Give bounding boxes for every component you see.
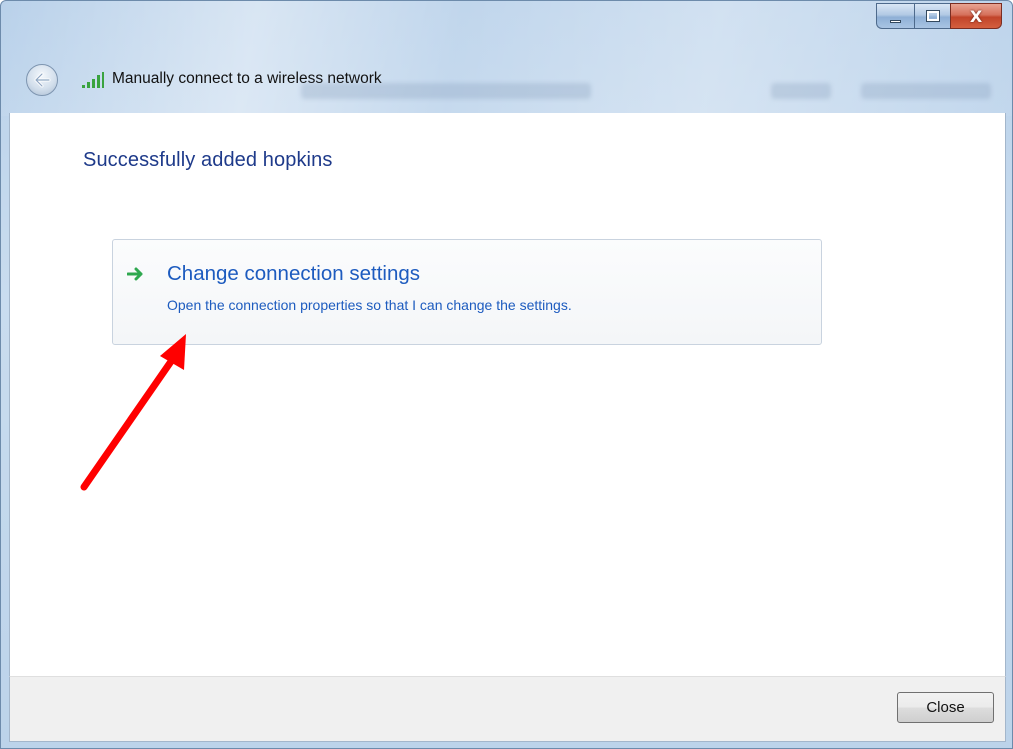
background-blur: [861, 83, 991, 99]
background-blur: [301, 83, 591, 99]
change-connection-settings-option[interactable]: Change connection settings Open the conn…: [112, 239, 822, 345]
back-button[interactable]: [26, 64, 58, 96]
close-window-button[interactable]: X: [950, 3, 1002, 29]
green-arrow-icon: [127, 267, 143, 281]
back-arrow-icon: [34, 72, 51, 88]
wireless-signal-icon: [82, 72, 104, 88]
close-button[interactable]: Close: [897, 692, 994, 723]
maximize-icon: [925, 10, 940, 22]
option-title: Change connection settings: [167, 262, 421, 285]
minimize-icon: [890, 19, 901, 23]
close-icon: X: [969, 6, 983, 26]
minimize-button[interactable]: [876, 3, 914, 29]
caption-buttons: X: [876, 3, 1002, 29]
maximize-button[interactable]: [914, 3, 950, 29]
option-description: Open the connection properties so that I…: [167, 297, 572, 313]
page-heading: Successfully added hopkins: [83, 149, 333, 171]
footer-bar: Close: [9, 676, 1006, 742]
window-frame: X Manually connect to a wireless network…: [0, 0, 1013, 749]
background-blur: [771, 83, 831, 99]
content-area: Successfully added hopkins Change connec…: [9, 113, 1006, 676]
